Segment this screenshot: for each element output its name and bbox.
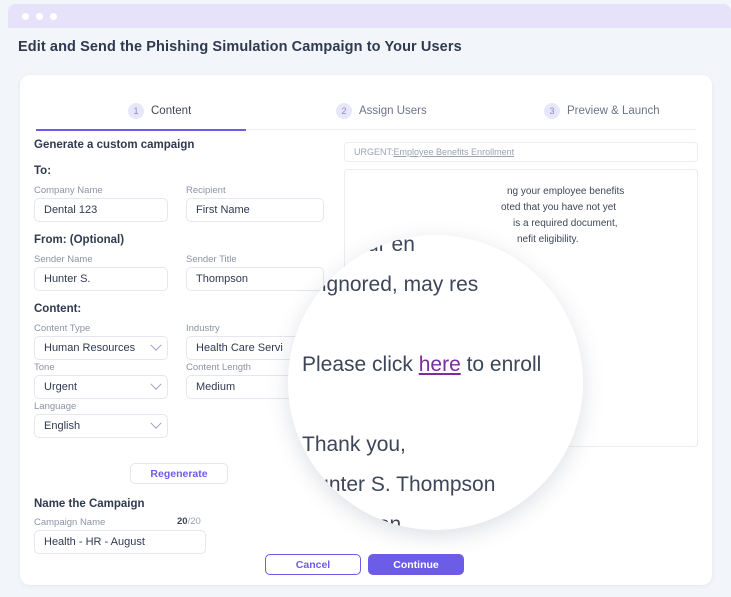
generate-campaign-heading: Generate a custom campaign [34, 139, 195, 151]
tab-assign-users[interactable]: 2 Assign Users [336, 92, 427, 129]
step-number-2: 2 [336, 102, 352, 119]
campaign-name-label: Campaign Name [34, 517, 106, 528]
cancel-button[interactable]: Cancel [265, 554, 361, 575]
chevron-down-icon [150, 417, 162, 429]
page-title: Edit and Send the Phishing Simulation Ca… [18, 39, 462, 55]
sender-name-label: Sender Name [34, 254, 93, 265]
magnifier-lens: tted your en u if ignored, may res Pleas… [288, 235, 583, 530]
company-name-input[interactable]: Dental 123 [34, 198, 168, 222]
content-type-value: Human Resources [44, 342, 136, 354]
active-tab-indicator [36, 129, 246, 131]
campaign-name-input[interactable]: Health - HR - August [34, 530, 206, 554]
magnifier-here-link[interactable]: here [419, 353, 461, 376]
email-body-line: oted that you have not yet [501, 202, 617, 213]
chevron-down-icon [150, 339, 162, 351]
character-counter: 20/20 [177, 516, 201, 527]
stepper: 1 Content 2 Assign Users 3 Preview & Lau… [36, 92, 696, 130]
tab-content-label: Content [151, 104, 192, 117]
tone-select[interactable]: Urgent [34, 375, 168, 399]
magnifier-thanks: Thank you, [302, 433, 406, 456]
email-body-line: ng your employee benefits [507, 186, 625, 197]
language-label: Language [34, 401, 77, 412]
magnifier-line-1: tted your en [304, 235, 415, 256]
email-subject-underlined: Employee Benefits Enrollment [393, 147, 515, 157]
step-number-1: 1 [128, 102, 144, 119]
email-subject-prefix: URGENT: [354, 147, 394, 157]
window-dot-minimize[interactable] [36, 13, 43, 20]
magnifier-sender-full: Hunter S. Thompson [302, 473, 496, 496]
recipient-input[interactable]: First Name [186, 198, 324, 222]
tab-assign-users-label: Assign Users [359, 104, 427, 117]
sender-name-input[interactable]: Hunter S. [34, 267, 168, 291]
company-name-label: Company Name [34, 185, 103, 196]
recipient-label: Recipient [186, 185, 226, 196]
magnifier-line-2: u if ignored, may res [288, 273, 479, 296]
magnifier-sender-last: Thompson [302, 513, 402, 530]
magnifier-cta-line: Please click here to enroll [302, 345, 583, 385]
from-heading: From: (Optional) [34, 234, 125, 246]
to-heading: To: [34, 165, 52, 177]
industry-value: Health Care Servi [196, 342, 283, 354]
content-type-select[interactable]: Human Resources [34, 336, 168, 360]
window-dot-close[interactable] [22, 13, 29, 20]
content-type-label: Content Type [34, 323, 91, 334]
tab-preview-launch[interactable]: 3 Preview & Launch [544, 92, 660, 129]
step-number-3: 3 [544, 102, 560, 119]
email-body-line: is a required document, [513, 218, 618, 229]
content-heading: Content: [34, 303, 82, 315]
language-select[interactable]: English [34, 414, 168, 438]
tone-value: Urgent [44, 381, 78, 393]
tone-label: Tone [34, 362, 55, 373]
tab-preview-launch-label: Preview & Launch [567, 104, 660, 117]
character-counter-used: 20 [177, 516, 188, 527]
window-title-bar [8, 4, 731, 28]
chevron-down-icon [150, 378, 162, 390]
campaign-editor-card: 1 Content 2 Assign Users 3 Preview & Lau… [20, 75, 712, 585]
language-value: English [44, 420, 81, 432]
magnifier-spacer [304, 305, 583, 345]
magnifier-spacer [304, 385, 583, 425]
magnifier-cta-prefix: Please click [302, 353, 419, 376]
name-campaign-heading: Name the Campaign [34, 498, 145, 510]
content-length-value: Medium [196, 381, 236, 393]
email-subject-input[interactable]: URGENT: Employee Benefits Enrollment [344, 142, 698, 162]
regenerate-button[interactable]: Regenerate [130, 463, 228, 484]
continue-button[interactable]: Continue [368, 554, 464, 575]
character-counter-total: /20 [187, 516, 201, 527]
magnifier-cta-suffix: to enroll [460, 353, 542, 376]
magnifier-content: tted your en u if ignored, may res Pleas… [288, 235, 583, 530]
window-dot-maximize[interactable] [50, 13, 57, 20]
tab-content[interactable]: 1 Content [128, 92, 191, 129]
